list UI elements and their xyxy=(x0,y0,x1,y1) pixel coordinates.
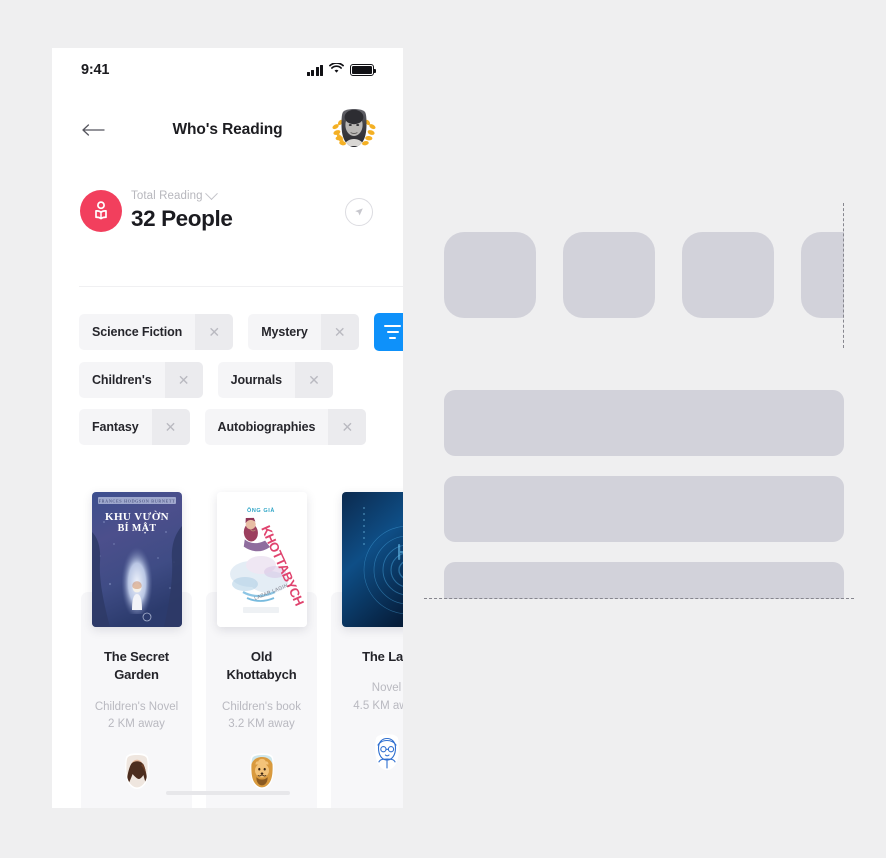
status-bar: 9:41 xyxy=(52,48,403,92)
status-bar-time: 9:41 xyxy=(81,62,110,78)
svg-text:KHU VƯỜN: KHU VƯỜN xyxy=(104,511,168,523)
book-title: The Lab xyxy=(362,649,403,664)
book-meta: Children's Novel 2 KM away xyxy=(94,700,179,731)
placeholder-bar-2 xyxy=(444,476,844,542)
placeholder-square-3 xyxy=(682,232,774,318)
chip-label: Fantasy xyxy=(92,420,139,434)
section-divider xyxy=(79,286,403,287)
filter-sort-icon[interactable] xyxy=(373,313,403,351)
chip-childrens[interactable]: Children's ✕ xyxy=(79,362,203,398)
chip-label: Children's xyxy=(92,373,152,387)
placeholder-square-2 xyxy=(563,232,655,318)
woman-reader-avatar[interactable] xyxy=(114,751,160,801)
close-x-icon[interactable]: ✕ xyxy=(294,362,333,398)
chevron-down-icon xyxy=(204,186,218,200)
book-card-list: FRANCES HODGSON BURNETT KHU VƯỜN BÍ MẬT … xyxy=(81,492,404,808)
chip-label: Science Fiction xyxy=(92,325,183,339)
book-cover-khu-vuon-bi-mat: FRANCES HODGSON BURNETT KHU VƯỜN BÍ MẬT xyxy=(91,492,182,627)
book-card[interactable]: KHOTTABYCH ÔNG GIÀ LAZAR LAGIN Old Khott… xyxy=(206,492,317,808)
phone-mockup: 9:41 Who's Reading Total Reading 32 Peop… xyxy=(52,48,403,808)
chip-mystery[interactable]: Mystery ✕ xyxy=(248,314,359,350)
horizontal-clip-guide xyxy=(424,598,854,599)
close-x-icon[interactable]: ✕ xyxy=(328,409,367,445)
book-title: The Secret Garden xyxy=(104,649,169,683)
book-cover-ong-gia-khottabych: KHOTTABYCH ÔNG GIÀ LAZAR LAGIN xyxy=(216,492,307,627)
svg-text:BÍ MẬT: BÍ MẬT xyxy=(117,521,156,534)
genre-filter-chips: Science Fiction ✕ Mystery ✕ Children's ✕… xyxy=(79,313,403,456)
right-clip-mask xyxy=(844,190,886,610)
illustrated-person-avatar[interactable] xyxy=(364,732,404,782)
chip-journals[interactable]: Journals ✕ xyxy=(217,362,333,398)
placeholder-bar-1 xyxy=(444,390,844,456)
chip-science-fiction[interactable]: Science Fiction ✕ xyxy=(79,314,234,350)
status-bar-icons xyxy=(306,61,376,79)
total-reading-text: Total Reading 32 People xyxy=(131,186,233,232)
total-reading-summary: Total Reading 32 People xyxy=(52,168,403,260)
bottom-clip-mask xyxy=(420,599,886,679)
book-card[interactable]: FRANCES HODGSON BURNETT KHU VƯỜN BÍ MẬT … xyxy=(81,492,192,808)
placeholder-square-row xyxy=(444,232,886,318)
vertical-clip-guide xyxy=(843,203,844,348)
chip-row: Children's ✕ Journals ✕ xyxy=(79,362,403,398)
close-x-icon[interactable]: ✕ xyxy=(151,409,190,445)
close-x-icon[interactable]: ✕ xyxy=(320,314,359,350)
chip-row: Fantasy ✕ Autobiographies ✕ xyxy=(79,409,403,445)
svg-text:FRANCES HODGSON BURNETT: FRANCES HODGSON BURNETT xyxy=(98,499,175,504)
cellular-signal-icon xyxy=(306,64,323,76)
send-paper-plane-icon[interactable] xyxy=(345,198,373,226)
chip-label: Mystery xyxy=(261,325,308,339)
person-reading-book-icon xyxy=(80,190,122,232)
skeleton-placeholder-panel xyxy=(425,190,886,628)
battery-full-icon xyxy=(350,64,376,76)
chip-fantasy[interactable]: Fantasy ✕ xyxy=(79,409,190,445)
total-reading-value: 32 People xyxy=(131,206,233,231)
chip-label: Autobiographies xyxy=(217,420,316,434)
book-cover-the-lab xyxy=(341,492,403,627)
total-reading-dropdown[interactable]: Total Reading xyxy=(131,186,232,202)
book-card[interactable]: The Lab Novel 4.5 KM away xyxy=(331,492,404,808)
chip-autobiographies[interactable]: Autobiographies ✕ xyxy=(204,409,367,445)
svg-text:ÔNG GIÀ: ÔNG GIÀ xyxy=(246,506,274,514)
book-meta: Novel 4.5 KM away xyxy=(353,682,403,712)
home-indicator-bar xyxy=(165,790,290,795)
close-x-icon[interactable]: ✕ xyxy=(164,362,203,398)
laurel-wreath-avatar[interactable] xyxy=(326,106,382,154)
book-title: Old Khottabych xyxy=(226,649,297,683)
placeholder-square-1 xyxy=(444,232,536,318)
book-meta: Children's book 3.2 KM away xyxy=(222,700,301,731)
wifi-icon xyxy=(329,61,344,79)
navigation-bar: Who's Reading xyxy=(52,92,403,168)
total-reading-label: Total Reading xyxy=(131,190,203,202)
chip-label: Journals xyxy=(230,373,282,387)
close-x-icon[interactable]: ✕ xyxy=(195,314,234,350)
chip-row: Science Fiction ✕ Mystery ✕ xyxy=(79,313,403,351)
